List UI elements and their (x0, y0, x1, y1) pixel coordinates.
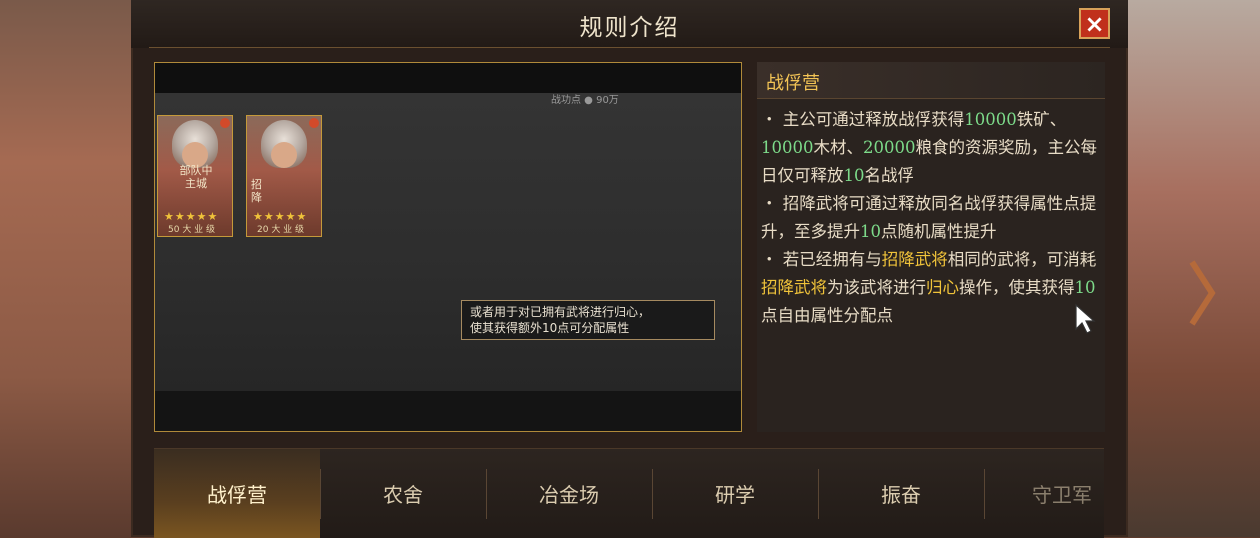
next-arrow-icon[interactable] (1186, 258, 1216, 328)
rule-number: 10 (843, 166, 865, 185)
tooltip-line: 或者用于对已拥有武将进行归心， (470, 305, 651, 319)
video-top-text: 战功点 ● 90万 (551, 95, 619, 106)
close-icon: × (1084, 9, 1105, 38)
rule-number: 10 (860, 222, 881, 241)
background-left (0, 0, 132, 537)
tab-label: 冶金场 (539, 483, 599, 507)
tab-label: 振奋 (881, 483, 921, 507)
rule-text: 为该武将进行 (827, 278, 926, 297)
notification-dot-icon (220, 118, 230, 128)
tab-2[interactable]: 冶金场 (486, 449, 652, 538)
rule-number: 10 (1074, 278, 1096, 297)
tab-divider (818, 469, 819, 519)
notification-dot-icon (309, 118, 319, 128)
tab-divider (984, 469, 985, 519)
rules-dialog: 规则介绍 × 战功点 ● 90万 部队中 主城 ★★★★★ 50 大 业 级 招… (131, 0, 1128, 538)
video-content (155, 93, 741, 393)
rule-number: 10000 (964, 110, 1017, 129)
general-card: 部队中 主城 ★★★★★ 50 大 业 级 (157, 115, 233, 237)
tab-3[interactable]: 研学 (652, 449, 818, 538)
tab-divider (486, 469, 487, 519)
rule-text: 操作，使其获得 (959, 278, 1075, 297)
tutorial-video[interactable]: 战功点 ● 90万 部队中 主城 ★★★★★ 50 大 业 级 招 降 ★★★★… (154, 62, 742, 432)
rule-number: 10000 (761, 138, 814, 157)
background-right (1125, 0, 1260, 537)
rule-text: ・ 主公可通过释放战俘获得 (761, 110, 965, 129)
tab-1[interactable]: 农舍 (320, 449, 486, 538)
rule-text: 铁矿、 (1016, 110, 1067, 129)
rule-highlight: 归心 (926, 278, 959, 297)
tab-0[interactable]: 战俘营 (154, 449, 320, 538)
rules-heading: 战俘营 (766, 73, 820, 94)
rules-text: ・ 主公可通过释放战俘获得10000铁矿、10000木材、20000粮食的资源奖… (761, 106, 1097, 330)
rule-item: ・ 招降武将可通过释放同名战俘获得属性点提升，至多提升10点随机属性提升 (761, 190, 1097, 246)
tooltip-line: 使其获得额外10点可分配属性 (470, 321, 630, 335)
tab-label: 战俘营 (207, 483, 267, 507)
rule-highlight: 招降武将 (881, 250, 948, 269)
rule-text: 点自由属性分配点 (761, 306, 893, 325)
tab-label: 农舍 (383, 483, 423, 507)
general-face (271, 142, 297, 168)
rule-highlight: 招降武将 (761, 278, 827, 297)
card-level: 20 大 业 级 (257, 225, 305, 235)
card-level: 50 大 业 级 (168, 225, 216, 235)
mouse-cursor-icon (1075, 303, 1096, 334)
dialog-title: 规则介绍 (579, 15, 680, 41)
tab-label: 研学 (715, 483, 755, 507)
tab-4[interactable]: 振奋 (818, 449, 984, 538)
rules-panel: 战俘营 ・ 主公可通过释放战俘获得10000铁矿、10000木材、20000粮食… (757, 62, 1105, 432)
card-tag: 招 降 (251, 178, 262, 204)
title-divider (149, 47, 1110, 48)
rules-heading-bar: 战俘营 (757, 62, 1105, 99)
rule-text: 木材、 (813, 138, 864, 157)
close-button[interactable]: × (1079, 8, 1110, 39)
general-card: 招 降 ★★★★★ 20 大 业 级 (246, 115, 322, 237)
rule-item: ・ 若已经拥有与招降武将相同的武将，可消耗招降武将为该武将进行归心操作，使其获得… (761, 246, 1097, 330)
rule-text: 点随机属性提升 (881, 222, 997, 241)
rule-number: 20000 (863, 138, 916, 157)
rule-text: 名战俘 (864, 166, 915, 185)
category-tabs: 战俘营 农舍 冶金场 研学 振奋 守卫军 (154, 448, 1104, 538)
tab-divider (320, 469, 321, 519)
tab-divider (652, 469, 653, 519)
rule-item: ・ 主公可通过释放战俘获得10000铁矿、10000木材、20000粮食的资源奖… (761, 106, 1097, 190)
video-tooltip: 或者用于对已拥有武将进行归心， 使其获得额外10点可分配属性 (461, 300, 715, 340)
tab-label: 守卫军 (1032, 483, 1092, 507)
tab-5[interactable]: 守卫军 (984, 449, 1104, 538)
card-tag: 部队中 主城 (179, 164, 213, 190)
rule-text: ・ 若已经拥有与 (761, 250, 882, 269)
video-top-bar (155, 63, 741, 93)
video-bottom-bar (155, 391, 741, 431)
rule-text: 相同的武将，可消耗 (947, 250, 1097, 269)
